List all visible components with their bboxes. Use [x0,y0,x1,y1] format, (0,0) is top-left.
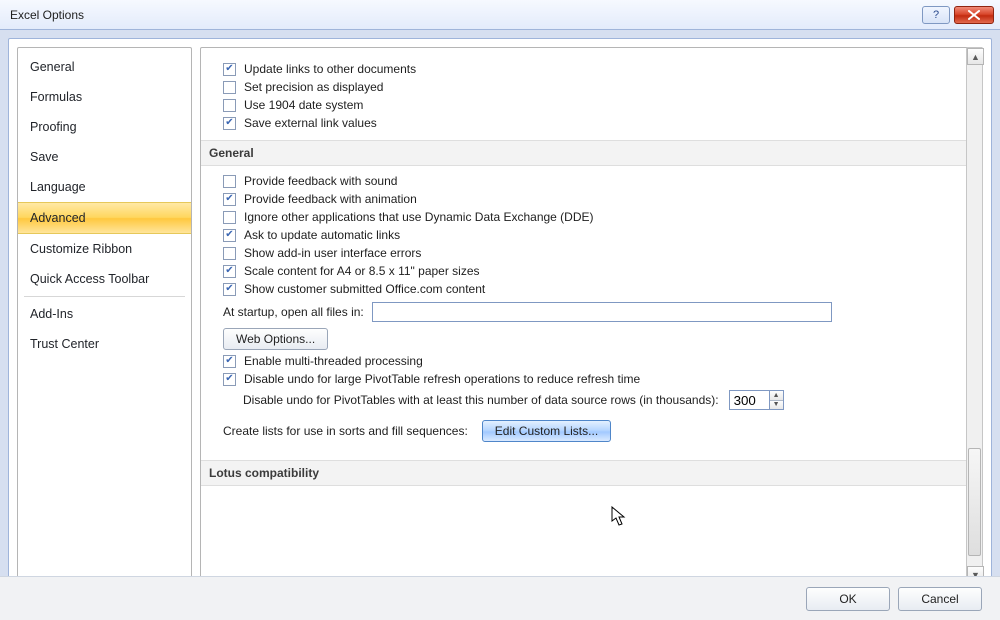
spinner-buttons: ▲ ▼ [769,390,784,410]
nav-label: Formulas [30,90,82,104]
check-label: Enable multi-threaded processing [244,354,423,368]
check-label: Provide feedback with animation [244,192,417,206]
check-label: Use 1904 date system [244,98,363,112]
nav-quick-access[interactable]: Quick Access Toolbar [18,264,191,294]
mouse-cursor-icon [611,506,627,528]
nav-customize-ribbon[interactable]: Customize Ribbon [18,234,191,264]
nav-label: Quick Access Toolbar [30,272,149,286]
check-1904-date[interactable]: Use 1904 date system [223,98,960,112]
checkbox-icon [223,193,236,206]
check-save-external-link[interactable]: Save external link values [223,116,960,130]
close-icon [968,10,980,20]
check-label: Update links to other documents [244,62,416,76]
nav-proofing[interactable]: Proofing [18,112,191,142]
nav-language[interactable]: Language [18,172,191,202]
nav-label: Advanced [30,211,86,225]
button-label: OK [839,592,856,606]
check-update-links[interactable]: Update links to other documents [223,62,960,76]
window-title: Excel Options [10,8,84,22]
check-show-addin-errors[interactable]: Show add-in user interface errors [223,246,960,260]
nav-general[interactable]: General [18,52,191,82]
startup-path-input[interactable] [372,302,832,322]
nav-advanced[interactable]: Advanced [18,202,191,234]
check-label: Provide feedback with sound [244,174,397,188]
nav-label: Trust Center [30,337,99,351]
section-header-general: General [201,140,982,166]
checkbox-icon [223,117,236,130]
nav-trust-center[interactable]: Trust Center [18,329,191,359]
check-officecom-content[interactable]: Show customer submitted Office.com conte… [223,282,960,296]
button-label: Web Options... [236,332,315,346]
nav-save[interactable]: Save [18,142,191,172]
ok-button[interactable]: OK [806,587,890,611]
checkbox-icon [223,355,236,368]
check-label: Save external link values [244,116,377,130]
check-label: Show customer submitted Office.com conte… [244,282,485,296]
nav-label: Proofing [30,120,77,134]
check-label: Ignore other applications that use Dynam… [244,210,594,224]
nav-addins[interactable]: Add-Ins [18,299,191,329]
checkbox-icon [223,265,236,278]
check-label: Disable undo for large PivotTable refres… [244,372,640,386]
check-label: Scale content for A4 or 8.5 x 11" paper … [244,264,480,278]
vertical-scrollbar[interactable]: ▲ ▼ [966,47,983,584]
pivot-rows-spinner[interactable]: ▲ ▼ [729,390,784,410]
pivot-rows-input[interactable] [729,390,769,410]
help-button[interactable]: ? [922,6,950,24]
scroll-up-icon[interactable]: ▲ [967,48,984,65]
custom-lists-label: Create lists for use in sorts and fill s… [223,424,468,438]
pivot-rows-label: Disable undo for PivotTables with at lea… [243,393,719,407]
checkbox-icon [223,81,236,94]
nav-label: General [30,60,74,74]
checkbox-icon [223,99,236,112]
check-ignore-dde[interactable]: Ignore other applications that use Dynam… [223,210,960,224]
spinner-up-icon[interactable]: ▲ [770,391,783,401]
check-multithread[interactable]: Enable multi-threaded processing [223,354,960,368]
check-label: Show add-in user interface errors [244,246,421,260]
content-wrap: Update links to other documents Set prec… [200,47,983,584]
nav-label: Save [30,150,59,164]
nav-formulas[interactable]: Formulas [18,82,191,112]
titlebar: Excel Options ? [0,0,1000,30]
web-options-row: Web Options... [223,328,960,350]
check-set-precision[interactable]: Set precision as displayed [223,80,960,94]
edit-custom-lists-button[interactable]: Edit Custom Lists... [482,420,611,442]
custom-lists-row: Create lists for use in sorts and fill s… [223,420,960,442]
advanced-panel: Update links to other documents Set prec… [200,47,983,584]
nav-label: Customize Ribbon [30,242,132,256]
section-header-lotus: Lotus compatibility [201,460,982,486]
checkbox-icon [223,373,236,386]
check-scale-a4[interactable]: Scale content for A4 or 8.5 x 11" paper … [223,264,960,278]
check-ask-update-links[interactable]: Ask to update automatic links [223,228,960,242]
nav-label: Language [30,180,86,194]
check-feedback-sound[interactable]: Provide feedback with sound [223,174,960,188]
category-sidebar: General Formulas Proofing Save Language … [17,47,192,584]
checkbox-icon [223,283,236,296]
checkbox-icon [223,175,236,188]
startup-open-row: At startup, open all files in: [223,302,960,322]
nav-separator [24,296,185,297]
checkbox-icon [223,211,236,224]
scroll-thumb[interactable] [968,448,981,556]
check-label: Ask to update automatic links [244,228,400,242]
checkbox-icon [223,229,236,242]
pivot-rows-row: Disable undo for PivotTables with at lea… [243,390,960,410]
startup-label: At startup, open all files in: [223,305,364,319]
window-controls: ? [922,6,994,24]
check-feedback-animation[interactable]: Provide feedback with animation [223,192,960,206]
dialog-body: General Formulas Proofing Save Language … [8,38,992,593]
dialog-footer: OK Cancel [0,576,1000,620]
checkbox-icon [223,247,236,260]
check-disable-undo-pivot[interactable]: Disable undo for large PivotTable refres… [223,372,960,386]
check-label: Set precision as displayed [244,80,383,94]
spinner-down-icon[interactable]: ▼ [770,401,783,410]
close-button[interactable] [954,6,994,24]
nav-label: Add-Ins [30,307,73,321]
cancel-button[interactable]: Cancel [898,587,982,611]
button-label: Edit Custom Lists... [495,424,598,438]
web-options-button[interactable]: Web Options... [223,328,328,350]
button-label: Cancel [921,592,958,606]
checkbox-icon [223,63,236,76]
